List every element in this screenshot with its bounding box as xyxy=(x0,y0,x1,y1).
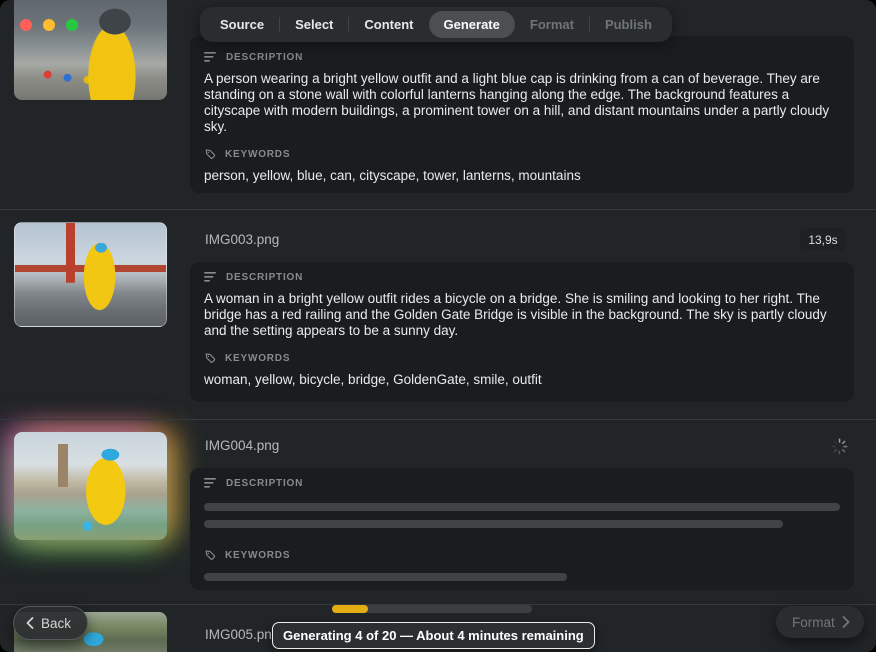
keywords-section-header: KEYWORDS xyxy=(204,352,840,364)
keywords-section-header: KEYWORDS xyxy=(204,148,840,160)
description-text: A person wearing a bright yellow outfit … xyxy=(204,71,840,135)
back-button[interactable]: Back xyxy=(13,606,88,640)
description-section-header: DESCRIPTION xyxy=(204,272,840,283)
row-divider xyxy=(0,419,876,420)
tag-icon xyxy=(204,148,216,160)
keywords-label: KEYWORDS xyxy=(225,353,290,364)
keywords-text: person, yellow, blue, can, cityscape, to… xyxy=(204,168,840,184)
tab-source[interactable]: Source xyxy=(210,11,274,38)
generation-time-badge: 13,9s xyxy=(800,228,846,251)
thumbnail-img002[interactable] xyxy=(14,0,167,100)
description-section-header: DESCRIPTION xyxy=(204,478,840,489)
chevron-right-icon xyxy=(842,616,850,628)
keywords-label: KEYWORDS xyxy=(225,149,290,160)
tag-icon xyxy=(204,352,216,364)
tab-separator xyxy=(589,17,590,32)
tab-format[interactable]: Format xyxy=(520,11,584,38)
keywords-section-header: KEYWORDS xyxy=(204,549,840,561)
chevron-left-icon xyxy=(26,617,34,629)
format-button[interactable]: Format xyxy=(776,606,864,638)
description-text: A woman in a bright yellow outfit rides … xyxy=(204,291,840,339)
generation-status: Generating 4 of 20 — About 4 minutes rem… xyxy=(272,622,595,649)
keywords-text: woman, yellow, bicycle, bridge, GoldenGa… xyxy=(204,372,840,388)
keywords-label: KEYWORDS xyxy=(225,550,290,561)
caption-card-img002: DESCRIPTION A person wearing a bright ye… xyxy=(190,36,854,193)
text-lines-icon xyxy=(204,272,217,283)
tag-icon xyxy=(204,549,216,561)
tab-publish[interactable]: Publish xyxy=(595,11,662,38)
tab-generate[interactable]: Generate xyxy=(429,11,515,38)
keywords-skeleton-line xyxy=(204,573,567,581)
text-lines-icon xyxy=(204,52,217,63)
thumbnail-img004-generating[interactable] xyxy=(14,432,167,540)
zoom-button[interactable] xyxy=(66,19,78,31)
minimize-button[interactable] xyxy=(43,19,55,31)
close-button[interactable] xyxy=(20,19,32,31)
generation-progress-bar xyxy=(332,605,532,613)
caption-card-img003: DESCRIPTION A woman in a bright yellow o… xyxy=(190,262,854,402)
window-controls xyxy=(20,19,78,31)
step-tabbar: Source Select Content Generate Format Pu… xyxy=(200,7,672,42)
text-lines-icon xyxy=(204,478,217,489)
tab-content[interactable]: Content xyxy=(354,11,423,38)
description-label: DESCRIPTION xyxy=(226,52,303,63)
row-divider xyxy=(0,209,876,210)
thumbnail-img003[interactable] xyxy=(14,222,167,327)
description-skeleton-line xyxy=(204,503,840,511)
tab-separator xyxy=(279,17,280,32)
description-section-header: DESCRIPTION xyxy=(204,52,840,63)
filename-img005: IMG005.png xyxy=(205,627,279,642)
format-button-label: Format xyxy=(792,615,835,630)
description-skeleton-line xyxy=(204,520,783,528)
description-label: DESCRIPTION xyxy=(226,478,303,489)
progress-fill xyxy=(332,605,368,613)
back-button-label: Back xyxy=(41,616,71,631)
spinner-icon xyxy=(831,438,848,455)
filename-img004: IMG004.png xyxy=(205,438,279,453)
tab-select[interactable]: Select xyxy=(285,11,343,38)
app-window: Source Select Content Generate Format Pu… xyxy=(0,0,876,652)
tab-separator xyxy=(348,17,349,32)
description-label: DESCRIPTION xyxy=(226,272,303,283)
caption-card-img004: DESCRIPTION KEYWORDS xyxy=(190,468,854,590)
filename-img003: IMG003.png xyxy=(205,232,279,247)
